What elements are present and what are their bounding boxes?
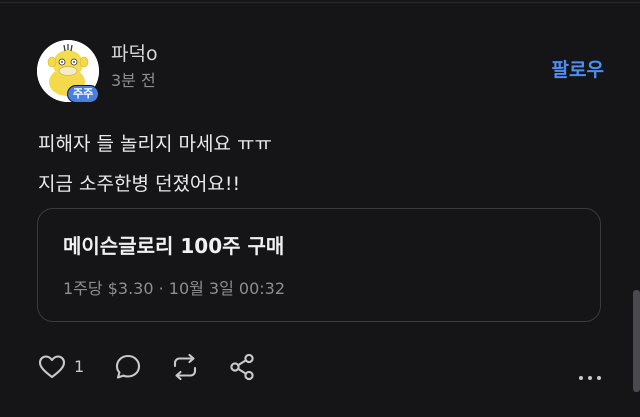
- repost-button[interactable]: [170, 353, 200, 381]
- share-icon: [230, 353, 254, 381]
- post-screen: 주주 파덕o 3분 전 팔로우 피해자 들 놀리지 마세요 ㅠㅠ 지금 소주한병…: [0, 0, 640, 417]
- trade-title: 메이슨글로리 100주 구매: [63, 234, 285, 258]
- post-body-line: 지금 소주한병 던졌어요!!: [38, 173, 241, 195]
- more-options-button[interactable]: [578, 366, 602, 385]
- author-name[interactable]: 파덕o: [111, 42, 158, 66]
- avatar[interactable]: 주주: [37, 40, 100, 103]
- post-body: 피해자 들 놀리지 마세요 ㅠㅠ 지금 소주한병 던졌어요!!: [38, 124, 272, 204]
- trade-card[interactable]: 메이슨글로리 100주 구매 1주당 $3.30 · 10월 3일 00:32: [37, 208, 601, 322]
- trade-meta: 1주당 $3.30 · 10월 3일 00:32: [63, 279, 286, 298]
- shareholder-badge: 주주: [67, 85, 100, 103]
- post-body-line: 피해자 들 놀리지 마세요 ㅠㅠ: [38, 133, 272, 155]
- post-timestamp: 3분 전: [111, 71, 156, 90]
- heart-icon: [38, 355, 66, 379]
- comment-icon: [116, 354, 141, 379]
- repost-icon: [174, 353, 197, 381]
- follow-button[interactable]: 팔로우: [552, 58, 604, 82]
- more-icon: [579, 376, 601, 380]
- post-header: 주주 파덕o 3분 전: [37, 40, 158, 103]
- author-block: 파덕o 3분 전: [111, 42, 158, 91]
- divider: [0, 2, 640, 3]
- action-bar: 1: [38, 353, 256, 381]
- scrollbar[interactable]: [633, 290, 640, 392]
- share-button[interactable]: [228, 353, 256, 381]
- like-count: 1: [74, 357, 85, 376]
- like-button[interactable]: 1: [38, 354, 84, 380]
- comment-button[interactable]: [114, 353, 142, 381]
